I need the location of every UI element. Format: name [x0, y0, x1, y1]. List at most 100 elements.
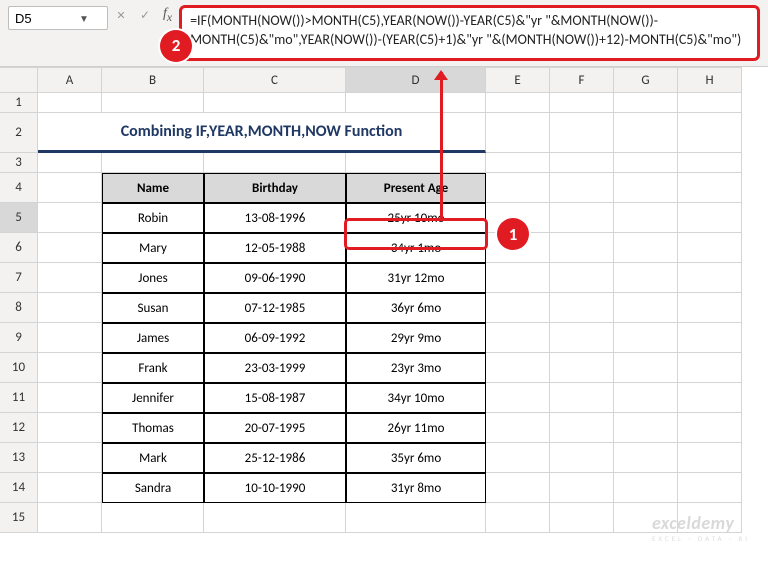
row-header-2[interactable]: 2 [0, 113, 38, 153]
cell[interactable] [614, 173, 678, 203]
cell[interactable] [550, 113, 614, 153]
table-cell[interactable]: 25yr 10mo [346, 203, 486, 233]
spreadsheet-grid[interactable]: ABCDEFGH12Combining IF,YEAR,MONTH,NOW Fu… [0, 67, 768, 533]
row-header-1[interactable]: 1 [0, 93, 38, 113]
table-cell[interactable]: 07-12-1985 [204, 293, 346, 323]
table-cell[interactable]: Jones [102, 263, 204, 293]
cell[interactable] [678, 473, 742, 503]
cell[interactable] [38, 323, 102, 353]
cell[interactable] [550, 473, 614, 503]
cell[interactable] [486, 263, 550, 293]
cell[interactable] [550, 323, 614, 353]
cell[interactable] [38, 473, 102, 503]
cell[interactable] [38, 413, 102, 443]
table-cell[interactable]: 31yr 8mo [346, 473, 486, 503]
row-header-12[interactable]: 12 [0, 413, 38, 443]
cell[interactable] [614, 153, 678, 173]
row-header-15[interactable]: 15 [0, 503, 38, 533]
col-header-H[interactable]: H [678, 67, 742, 93]
cell[interactable] [346, 93, 486, 113]
cell[interactable] [678, 353, 742, 383]
cell[interactable] [550, 153, 614, 173]
table-header[interactable]: Birthday [204, 173, 346, 203]
cell[interactable] [678, 443, 742, 473]
row-header-13[interactable]: 13 [0, 443, 38, 473]
cell[interactable] [486, 113, 550, 153]
enter-icon[interactable] [136, 6, 154, 24]
row-header-10[interactable]: 10 [0, 353, 38, 383]
table-cell[interactable]: Robin [102, 203, 204, 233]
table-cell[interactable]: 15-08-1987 [204, 383, 346, 413]
table-cell[interactable]: Susan [102, 293, 204, 323]
col-header-A[interactable]: A [38, 67, 102, 93]
cell[interactable] [486, 93, 550, 113]
cell[interactable] [550, 233, 614, 263]
row-header-11[interactable]: 11 [0, 383, 38, 413]
cell[interactable] [678, 413, 742, 443]
col-header-B[interactable]: B [102, 67, 204, 93]
cell[interactable] [486, 503, 550, 533]
cell[interactable] [38, 93, 102, 113]
table-cell[interactable]: 34yr 10mo [346, 383, 486, 413]
cell[interactable] [38, 203, 102, 233]
name-box-input[interactable] [15, 11, 79, 26]
cell[interactable] [102, 93, 204, 113]
cell[interactable] [204, 503, 346, 533]
cell[interactable] [550, 203, 614, 233]
col-header-F[interactable]: F [550, 67, 614, 93]
table-cell[interactable]: 34yr 1mo [346, 233, 486, 263]
table-cell[interactable]: 12-05-1988 [204, 233, 346, 263]
cell[interactable] [38, 263, 102, 293]
cell[interactable] [678, 263, 742, 293]
cell[interactable] [614, 383, 678, 413]
table-cell[interactable]: Thomas [102, 413, 204, 443]
cell[interactable] [38, 233, 102, 263]
cell[interactable] [486, 153, 550, 173]
cell[interactable] [38, 383, 102, 413]
table-cell[interactable]: Jennifer [102, 383, 204, 413]
table-cell[interactable]: 10-10-1990 [204, 473, 346, 503]
cell[interactable] [38, 153, 102, 173]
table-cell[interactable]: 23yr 3mo [346, 353, 486, 383]
table-header[interactable]: Name [102, 173, 204, 203]
cell[interactable] [486, 293, 550, 323]
cell[interactable] [614, 353, 678, 383]
cell[interactable] [102, 153, 204, 173]
cell[interactable] [550, 93, 614, 113]
table-header[interactable]: Present Age [346, 173, 486, 203]
cell[interactable] [550, 263, 614, 293]
chevron-down-icon[interactable]: ▼ [79, 12, 89, 25]
cell[interactable] [550, 503, 614, 533]
fx-icon[interactable]: fx [160, 6, 175, 24]
row-header-4[interactable]: 4 [0, 173, 38, 203]
table-cell[interactable]: 20-07-1995 [204, 413, 346, 443]
cell[interactable] [486, 413, 550, 443]
cell[interactable] [614, 233, 678, 263]
table-cell[interactable]: 26yr 11mo [346, 413, 486, 443]
table-cell[interactable]: James [102, 323, 204, 353]
col-header-C[interactable]: C [204, 67, 346, 93]
table-cell[interactable]: 29yr 9mo [346, 323, 486, 353]
formula-input[interactable]: =IF(MONTH(NOW())>MONTH(C5),YEAR(NOW())-Y… [179, 5, 760, 61]
cell[interactable] [614, 263, 678, 293]
cell[interactable] [38, 353, 102, 383]
table-cell[interactable]: 06-09-1992 [204, 323, 346, 353]
cell[interactable] [614, 113, 678, 153]
cell[interactable] [486, 353, 550, 383]
cell[interactable] [678, 233, 742, 263]
cell[interactable] [346, 503, 486, 533]
cell[interactable] [486, 173, 550, 203]
cell[interactable] [614, 203, 678, 233]
cell[interactable] [614, 293, 678, 323]
table-cell[interactable]: Sandra [102, 473, 204, 503]
table-cell[interactable]: 09-06-1990 [204, 263, 346, 293]
table-cell[interactable]: Frank [102, 353, 204, 383]
table-cell[interactable]: 36yr 6mo [346, 293, 486, 323]
row-header-9[interactable]: 9 [0, 323, 38, 353]
cell[interactable] [550, 293, 614, 323]
cell[interactable] [38, 173, 102, 203]
cell[interactable] [614, 93, 678, 113]
cell[interactable] [678, 203, 742, 233]
table-cell[interactable]: 23-03-1999 [204, 353, 346, 383]
row-header-14[interactable]: 14 [0, 473, 38, 503]
